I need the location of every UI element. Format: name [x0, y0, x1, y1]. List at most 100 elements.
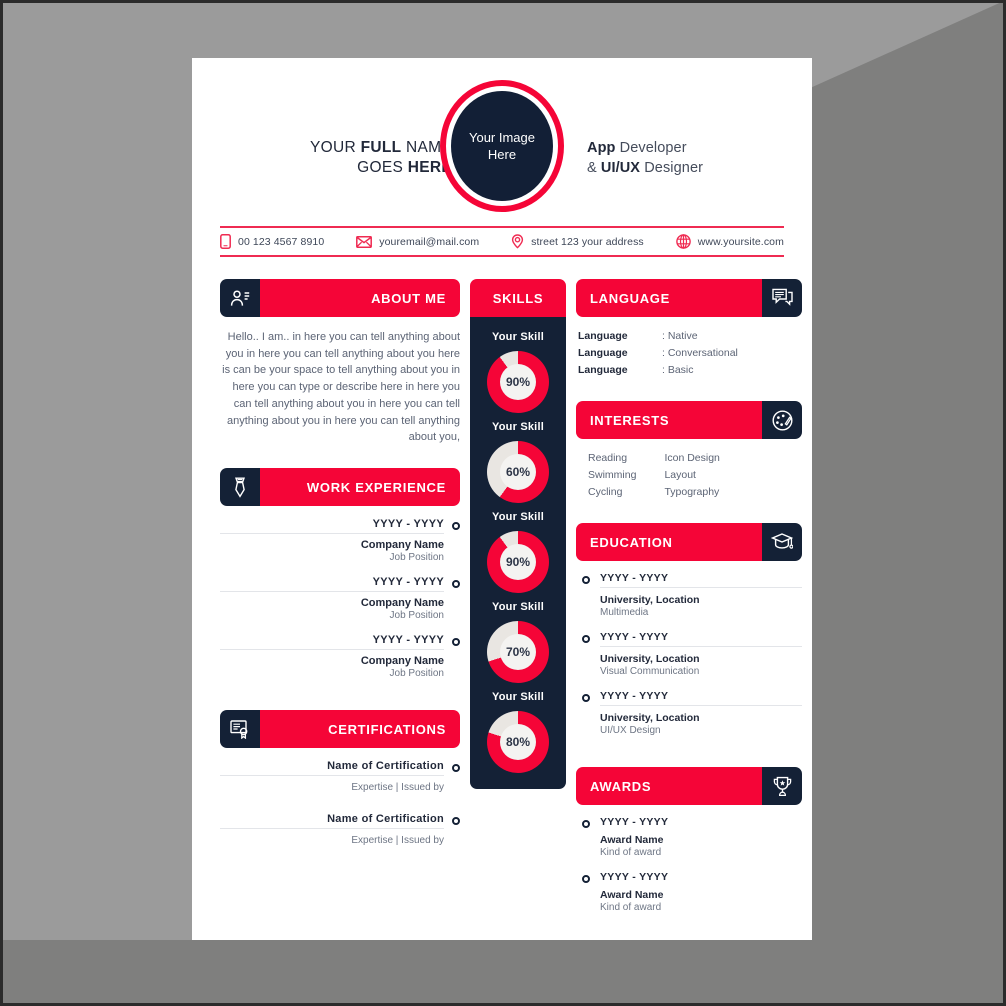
awards-list: YYYY - YYYY Award Name Kind of award YYY… — [576, 816, 802, 913]
globe-icon — [675, 234, 691, 249]
certification-entry: Name of Certification Expertise | Issued… — [220, 813, 460, 846]
section-education-header: EDUCATION — [576, 523, 802, 561]
award-name: Award Name — [600, 834, 664, 846]
section-skills-header: SKILLS — [470, 279, 566, 317]
work-entry-year: YYYY - YYYY — [220, 576, 444, 593]
resume-header: YOUR FULL NAME GOES HERE Your Image Here… — [192, 58, 812, 226]
work-entry-position: Job Position — [389, 552, 444, 564]
language-name: Language — [578, 330, 628, 342]
education-university: University, Location — [600, 594, 700, 606]
work-entry-position: Job Position — [389, 668, 444, 680]
timeline-dot-icon — [452, 580, 460, 589]
language-name: Language — [578, 347, 628, 359]
timeline-dot-icon — [452, 522, 460, 531]
palette-icon — [762, 401, 802, 439]
award-year: YYYY - YYYY — [600, 816, 669, 828]
interests-column-2: Icon Design Layout Typography — [664, 450, 719, 501]
profile-photo-placeholder[interactable]: Your Image Here — [451, 91, 553, 201]
skill-donut-chart: 90% — [487, 531, 549, 593]
interest-item: Swimming — [588, 469, 637, 481]
section-interests-header: INTERESTS — [576, 401, 802, 439]
contact-email[interactable]: youremail@mail.com — [356, 236, 479, 248]
skills-panel: Your Skill 90% Your Skill 60% Your Skill… — [470, 317, 566, 789]
skill-percent: 70% — [505, 645, 531, 659]
award-name: Award Name — [600, 889, 664, 901]
work-entry-company: Company Name — [360, 539, 444, 552]
interest-item: Icon Design — [664, 452, 720, 464]
section-interests-title: INTERESTS — [576, 401, 762, 439]
award-kind: Kind of award — [600, 847, 662, 858]
contact-email-text: youremail@mail.com — [379, 235, 480, 248]
right-column: LANGUAGE Language : Native Language : Co — [576, 279, 802, 926]
education-field: Multimedia — [600, 607, 649, 618]
certifications-list: Name of Certification Expertise | Issued… — [220, 760, 460, 846]
timeline-dot-icon — [452, 764, 460, 773]
education-year: YYYY - YYYY — [600, 690, 802, 706]
interest-item: Reading — [588, 452, 628, 464]
interests-list: Reading Swimming Cycling Icon Design Lay… — [576, 450, 802, 501]
language-row: Language : Native — [578, 328, 800, 345]
work-entry-company: Company Name — [360, 597, 444, 610]
skill-item: Your Skill 70% — [470, 601, 566, 683]
language-list: Language : Native Language : Conversatio… — [576, 328, 802, 379]
left-column: ABOUT ME Hello.. I am.. in here you can … — [220, 279, 460, 866]
section-skills-title: SKILLS — [470, 279, 566, 317]
language-level: : Basic — [662, 364, 694, 376]
education-field: Visual Communication — [600, 666, 700, 677]
interest-item: Cycling — [588, 486, 623, 498]
education-entry: YYYY - YYYY University, Location UI/UX D… — [582, 690, 802, 736]
contact-address[interactable]: street 123 your address — [511, 234, 644, 249]
contact-website-text: www.yoursite.com — [697, 235, 784, 248]
role-line-1: App Developer — [587, 140, 687, 156]
photo-placeholder-line-2: Here — [487, 147, 517, 162]
name-line-1: YOUR FULL NAME — [310, 139, 452, 156]
certification-detail: Expertise | Issued by — [351, 782, 444, 794]
work-entry-company: Company Name — [360, 655, 444, 668]
skill-percent: 60% — [505, 465, 531, 479]
skill-percent: 90% — [505, 555, 531, 569]
certification-entry: Name of Certification Expertise | Issued… — [220, 760, 460, 793]
language-row: Language : Conversational — [578, 345, 800, 362]
photo-placeholder-line-1: Your Image — [468, 129, 535, 145]
section-work-experience-header: WORK EXPERIENCE — [220, 468, 460, 507]
language-name: Language — [578, 364, 628, 376]
interest-item: Layout — [664, 469, 696, 481]
skill-item: Your Skill 90% — [470, 511, 566, 593]
skills-column: SKILLS Your Skill 90% Your Skill 60% You… — [470, 279, 566, 789]
interest-item: Typography — [664, 486, 720, 498]
skill-donut-chart: 60% — [487, 441, 549, 503]
skill-label: Your Skill — [492, 421, 544, 433]
section-about-me-title: ABOUT ME — [260, 279, 460, 317]
award-entry: YYYY - YYYY Award Name Kind of award — [582, 871, 802, 913]
section-awards-header: AWARDS — [576, 767, 802, 805]
contact-phone[interactable]: 00 123 4567 8910 — [220, 234, 324, 249]
work-entry: YYYY - YYYY Company Name Job Position — [220, 634, 460, 679]
education-entry: YYYY - YYYY University, Location Multime… — [582, 572, 802, 618]
skill-label: Your Skill — [492, 331, 544, 343]
section-about-me-header: ABOUT ME — [220, 279, 460, 317]
timeline-dot-icon — [452, 638, 460, 647]
full-name: YOUR FULL NAME GOES HERE — [252, 138, 452, 179]
certification-name: Name of Certification — [220, 760, 444, 777]
work-entry: YYYY - YYYY Company Name Job Position — [220, 518, 460, 563]
timeline-dot-icon — [582, 635, 590, 643]
name-line-2: GOES HERE — [357, 159, 452, 177]
section-education-title: EDUCATION — [576, 523, 762, 561]
skill-label: Your Skill — [492, 601, 544, 613]
contact-address-text: street 123 your address — [531, 235, 644, 248]
certification-name: Name of Certification — [220, 813, 444, 830]
education-year: YYYY - YYYY — [600, 572, 802, 588]
language-level: : Conversational — [662, 347, 738, 359]
person-list-icon — [220, 279, 260, 317]
skill-percent: 80% — [505, 735, 531, 749]
education-list: YYYY - YYYY University, Location Multime… — [576, 572, 802, 736]
contact-website[interactable]: www.yoursite.com — [675, 234, 784, 249]
education-year: YYYY - YYYY — [600, 631, 802, 647]
timeline-dot-icon — [582, 576, 590, 584]
interests-column-1: Reading Swimming Cycling — [588, 450, 636, 501]
trophy-icon — [762, 767, 802, 805]
job-title: App Developer & UI/UX Designer — [587, 138, 787, 178]
phone-icon — [220, 234, 231, 249]
education-university: University, Location — [600, 712, 700, 724]
profile-photo-frame[interactable]: Your Image Here — [440, 80, 564, 212]
